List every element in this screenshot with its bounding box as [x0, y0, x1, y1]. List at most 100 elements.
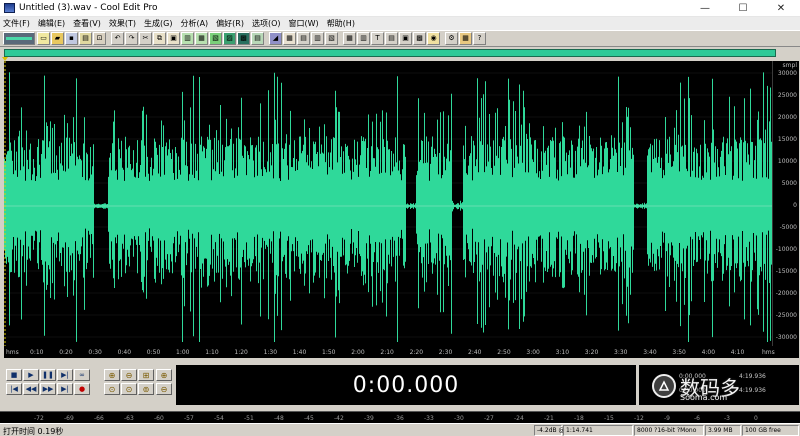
menu-bar: 文件(F) 编辑(E) 查看(V) 效果(T) 生成(G) 分析(A) 偏好(R… — [0, 17, 800, 30]
menu-favorites[interactable]: 偏好(R) — [216, 18, 244, 29]
minimize-button[interactable]: — — [686, 0, 724, 17]
zoom-full-button[interactable]: ▦ — [343, 32, 356, 45]
menu-file[interactable]: 文件(F) — [3, 18, 30, 29]
toolbar: ▭ ▰ ▪ ▤ ⊡ ↶ ↷ ✂ ⧉ ▣ ▥ ▦ ▧ ▨ ▩ ▤ ◢ ▦ ▤ ▥ … — [0, 30, 800, 47]
zoom-left-icon[interactable]: ⊙ — [104, 383, 120, 395]
level-meter-tick-label: -15 — [604, 415, 614, 422]
save-button[interactable]: ▪ — [65, 32, 78, 45]
time-tick-label: 3:40 — [643, 349, 657, 356]
undo-button[interactable]: ↶ — [111, 32, 124, 45]
time-display: 0:00.000 — [176, 365, 636, 405]
fade-button[interactable]: ▧ — [325, 32, 338, 45]
menu-view[interactable]: 查看(V) — [73, 18, 101, 29]
stop-button[interactable]: ■ — [6, 369, 22, 381]
status-size: 3.99 MB — [705, 425, 741, 436]
trim-button[interactable]: ▦ — [195, 32, 208, 45]
cue-list-button[interactable]: ▤ — [385, 32, 398, 45]
multitrack-toggle-button[interactable] — [3, 32, 35, 45]
info-button[interactable]: ▩ — [413, 32, 426, 45]
time-tick-label: 0:50 — [146, 349, 161, 356]
menu-edit[interactable]: 编辑(E) — [38, 18, 65, 29]
zoom-in-vertical-icon[interactable]: ⊕ — [156, 369, 172, 381]
level-meter-tick-label: -30 — [454, 415, 464, 422]
cut-button[interactable]: ✂ — [139, 32, 152, 45]
zoom-selection-icon[interactable]: ⊚ — [138, 383, 154, 395]
overview-bar[interactable] — [4, 49, 776, 57]
pause-button[interactable]: ❚❚ — [40, 369, 56, 381]
playlist-button[interactable]: ▣ — [399, 32, 412, 45]
mix-paste-button[interactable]: ▥ — [181, 32, 194, 45]
close-file-button[interactable]: ⊡ — [93, 32, 106, 45]
maximize-button[interactable]: ☐ — [724, 0, 762, 17]
amplitude-tick-label: 15000 — [777, 136, 797, 143]
rewind-button[interactable]: ◀◀ — [23, 383, 39, 395]
help-button[interactable]: ? — [473, 32, 486, 45]
fast-forward-button[interactable]: ▶▶ — [40, 383, 56, 395]
settings-button[interactable]: ⚙ — [445, 32, 458, 45]
paste-button[interactable]: ▣ — [167, 32, 180, 45]
time-tick-label: 3:10 — [555, 349, 570, 356]
time-unit-right: hms — [762, 349, 775, 356]
amplify-button[interactable]: ▤ — [297, 32, 310, 45]
level-meter-tick-label: -21 — [544, 415, 554, 422]
time-tick-label: 2:00 — [351, 349, 365, 356]
statistics-button[interactable]: ▤ — [251, 32, 264, 45]
menu-help[interactable]: 帮助(H) — [327, 18, 355, 29]
go-to-end-button[interactable]: ▶| — [57, 383, 73, 395]
snap-button[interactable]: ▥ — [357, 32, 370, 45]
zoom-out-horizontal-icon[interactable]: ⊖ — [121, 369, 137, 381]
time-tick-label: 1:20 — [234, 349, 248, 356]
go-to-start-button[interactable]: |◀ — [6, 383, 22, 395]
title-bar: Untitled (3).wav - Cool Edit Pro — ☐ ✕ — [0, 0, 800, 17]
time-tick-label: 0:40 — [117, 349, 132, 356]
redo-button[interactable]: ↷ — [125, 32, 138, 45]
waveform-display[interactable] — [4, 61, 772, 346]
amplitude-tick-label: -15000 — [775, 268, 797, 275]
level-meter: -72 -69 -66 -63 -60 -57 -54 -51 -48 -45 -42 -39 -36-… — [0, 411, 800, 423]
time-tick-label: 0:10 — [30, 349, 44, 356]
mixer-button[interactable]: ▦ — [459, 32, 472, 45]
menu-effects[interactable]: 效果(T) — [109, 18, 136, 29]
time-tick-label: 1:10 — [205, 349, 219, 356]
noise-reduction-button[interactable]: ▦ — [283, 32, 296, 45]
spectral-view-button[interactable]: ▩ — [237, 32, 250, 45]
time-tick-label: 3:20 — [584, 349, 599, 356]
amplitude-tick-label: 0 — [793, 202, 797, 209]
new-file-button[interactable]: ▭ — [37, 32, 50, 45]
zoom-right-icon[interactable]: ⊙ — [121, 383, 137, 395]
append-button[interactable]: ▤ — [79, 32, 92, 45]
level-meter-tick-label: -42 — [334, 415, 344, 422]
level-meter-tick-label: -54 — [214, 415, 224, 422]
watermark-url: Sooma.com — [680, 393, 728, 402]
text-tool-button[interactable]: T — [371, 32, 384, 45]
menu-generate[interactable]: 生成(G) — [144, 18, 172, 29]
level-meter-tick-label: -36 — [394, 415, 404, 422]
menu-window[interactable]: 窗口(W) — [289, 18, 319, 29]
amplitude-tick-label: 10000 — [777, 158, 797, 165]
status-bar: 打开时间 0.19秒 -4.2dB @ 1:14.741 8000 ?16-bi… — [0, 423, 800, 436]
level-meter-tick-label: -60 — [154, 415, 164, 422]
menu-analyze[interactable]: 分析(A) — [180, 18, 208, 29]
normalize-button[interactable]: ▥ — [311, 32, 324, 45]
zoom-in-horizontal-icon[interactable]: ⊕ — [104, 369, 120, 381]
zoom-out-vertical-icon[interactable]: ⊖ — [156, 383, 172, 395]
time-tick-label: 2:20 — [409, 349, 424, 356]
level-meter-tick-label: -39 — [364, 415, 374, 422]
time-tick-label: 3:00 — [526, 349, 540, 356]
open-file-button[interactable]: ▰ — [51, 32, 64, 45]
zoom-full-icon[interactable]: ⊞ — [138, 369, 154, 381]
menu-options[interactable]: 选项(O) — [252, 18, 281, 29]
envelope-button[interactable]: ◢ — [269, 32, 282, 45]
cd-button[interactable]: ◉ — [427, 32, 440, 45]
convert-button[interactable]: ▧ — [209, 32, 222, 45]
play-button[interactable]: ▶ — [23, 369, 39, 381]
record-button[interactable]: ● — [74, 383, 90, 395]
level-meter-tick-label: -18 — [574, 415, 584, 422]
time-tick-label: 2:30 — [438, 349, 453, 356]
close-button[interactable]: ✕ — [762, 0, 800, 17]
level-meter-tick-label: -9 — [664, 415, 670, 422]
loop-button[interactable]: ∞ — [74, 369, 90, 381]
frequency-analysis-button[interactable]: ▨ — [223, 32, 236, 45]
copy-button[interactable]: ⧉ — [153, 32, 166, 45]
play-to-end-button[interactable]: ▶| — [57, 369, 73, 381]
